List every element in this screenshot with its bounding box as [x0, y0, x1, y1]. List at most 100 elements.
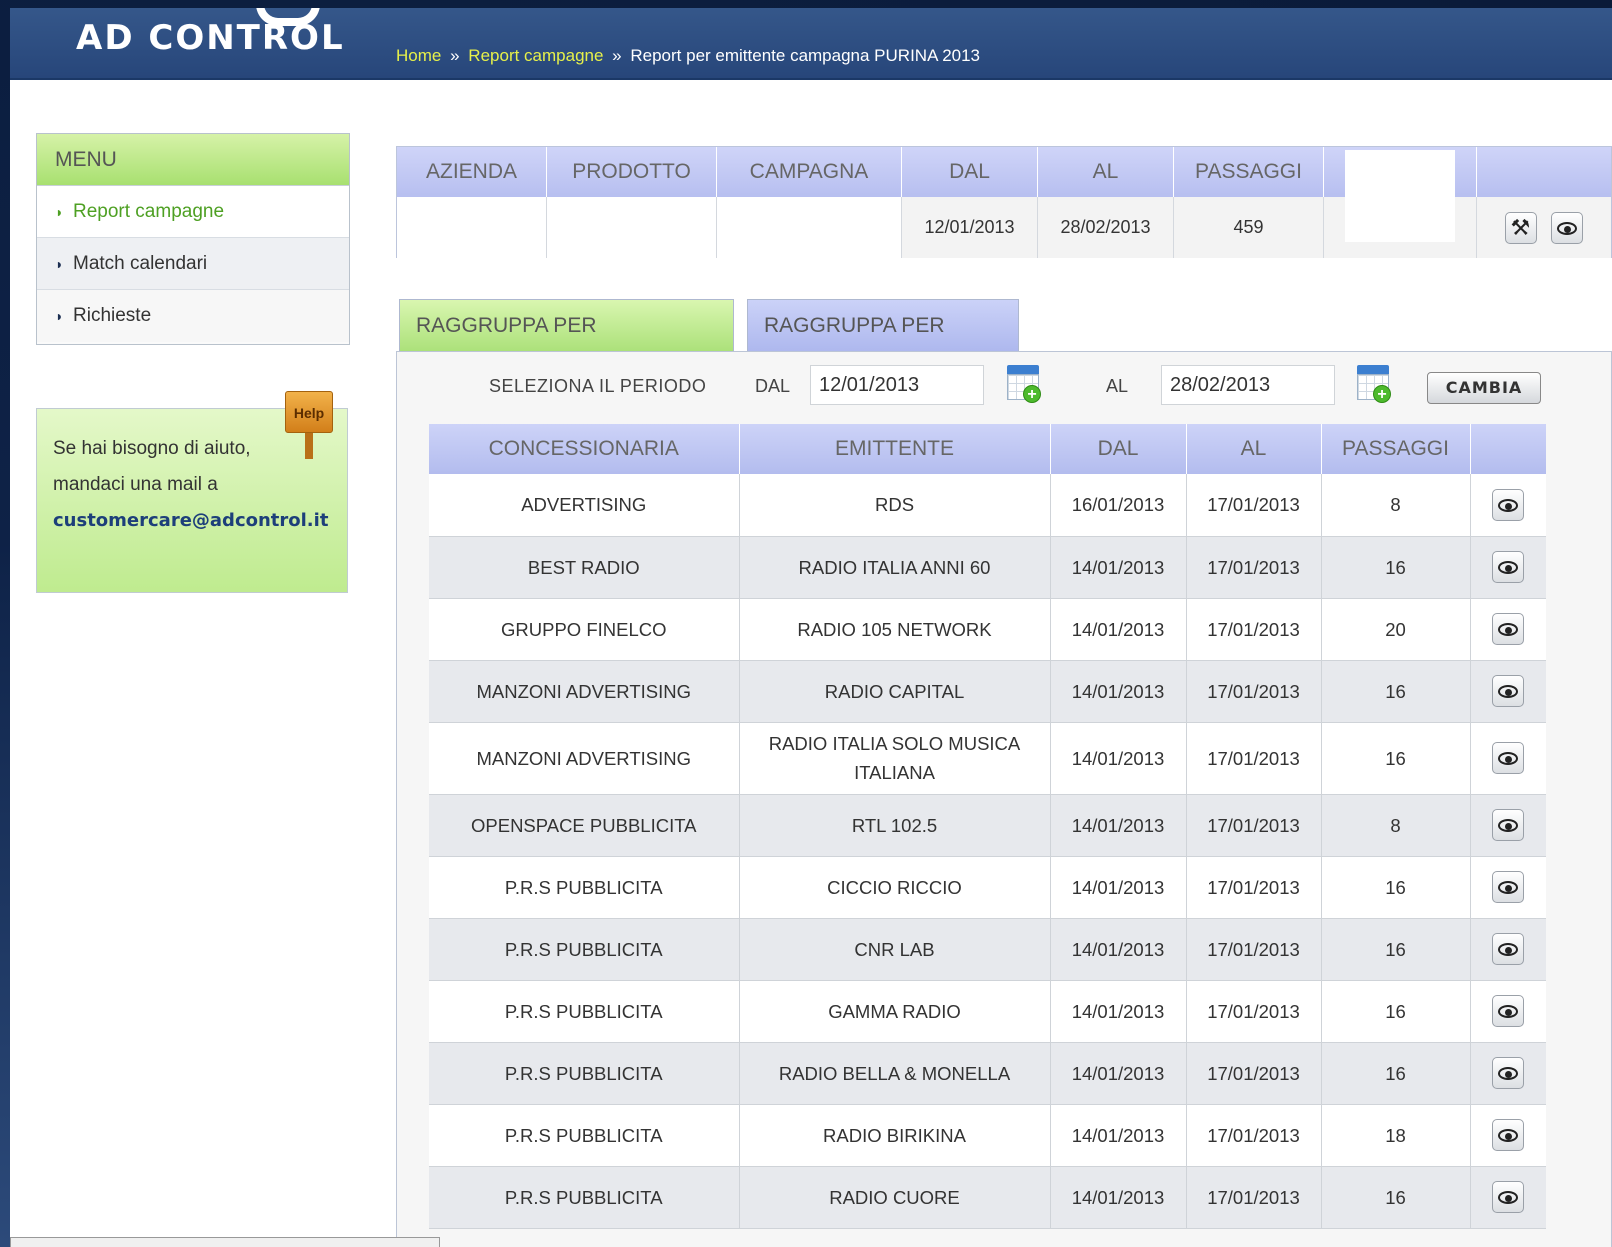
- eye-icon[interactable]: [1492, 613, 1525, 646]
- sidebar-item-report-campagne[interactable]: ◗ Report campagne: [37, 186, 349, 238]
- cell-emittente: CNR LAB: [739, 918, 1051, 981]
- cell-concessionaria: P.R.S PUBBLICITA: [429, 1104, 740, 1167]
- cell-dal: 14/01/2013: [1050, 1166, 1187, 1229]
- cell-dal: 14/01/2013: [1050, 1042, 1187, 1105]
- cell-concessionaria: P.R.S PUBBLICITA: [429, 918, 740, 981]
- table-row: P.R.S PUBBLICITA RADIO BIRIKINA 14/01/2013…: [429, 1104, 1546, 1167]
- header-concessionaria[interactable]: CONCESSIONARIA: [429, 424, 740, 474]
- campaign-blank-cell: [1324, 197, 1477, 258]
- bullet-icon: ◗: [55, 256, 64, 272]
- table-row: P.R.S PUBBLICITA CNR LAB 14/01/2013 17/01/2…: [429, 918, 1546, 981]
- eye-icon[interactable]: [1492, 675, 1525, 708]
- breadcrumb-report-link[interactable]: Report campagne: [468, 46, 603, 65]
- cell-passaggi: 16: [1321, 660, 1471, 723]
- header-dal[interactable]: DAL: [1050, 424, 1187, 474]
- ad-control-logo[interactable]: AD CONTROL: [76, 8, 345, 58]
- results-header-row: CONCESSIONARIA EMITTENTE DAL AL PASSAGGI: [429, 424, 1546, 474]
- calendar-icon[interactable]: +: [1355, 365, 1393, 405]
- help-email-link[interactable]: customercare@adcontrol.it: [53, 503, 333, 539]
- cell-al: 17/01/2013: [1186, 660, 1322, 723]
- table-row: GRUPPO FINELCO RADIO 105 NETWORK 14/01/201…: [429, 598, 1546, 661]
- campaign-summary-table: AZIENDA PRODOTTO CAMPAGNA DAL AL PASSAGG…: [396, 146, 1612, 258]
- breadcrumb: Home » Report campagne » Report per emit…: [396, 46, 980, 66]
- eye-icon[interactable]: [1492, 488, 1525, 521]
- campaign-header-campagna: CAMPAGNA: [717, 147, 902, 197]
- table-row: P.R.S PUBBLICITA RADIO CUORE 14/01/2013 17/…: [429, 1166, 1546, 1229]
- sidebar-item-label: Richieste: [73, 305, 152, 326]
- cell-al: 17/01/2013: [1186, 1042, 1322, 1105]
- campaign-header-prodotto: PRODOTTO: [547, 147, 717, 197]
- cell-emittente: RADIO BIRIKINA: [739, 1104, 1051, 1167]
- cell-passaggi: 8: [1321, 474, 1471, 537]
- help-sign-icon: Help: [285, 391, 333, 459]
- cell-al: 17/01/2013: [1186, 980, 1322, 1043]
- cell-passaggi: 16: [1321, 1042, 1471, 1105]
- cell-concessionaria: P.R.S PUBBLICITA: [429, 980, 740, 1043]
- sidebar-item-label: Report campagne: [73, 201, 225, 222]
- campaign-al-cell: 28/02/2013: [1038, 197, 1174, 258]
- sidebar-item-richieste[interactable]: ◗ Richieste: [37, 290, 349, 342]
- breadcrumb-separator: »: [450, 46, 460, 65]
- eye-icon[interactable]: [1492, 551, 1525, 584]
- cell-emittente: RDS: [739, 474, 1051, 537]
- campaign-actions-cell: ⚒: [1477, 197, 1611, 258]
- cell-emittente: RADIO 105 NETWORK: [739, 598, 1051, 661]
- cell-concessionaria: P.R.S PUBBLICITA: [429, 1042, 740, 1105]
- breadcrumb-home-link[interactable]: Home: [396, 46, 441, 65]
- cell-passaggi: 18: [1321, 1104, 1471, 1167]
- cell-passaggi: 16: [1321, 536, 1471, 599]
- tab-raggruppa-per-emittente[interactable]: RAGGRUPPA PER EMITTENTE: [399, 299, 734, 389]
- eye-icon[interactable]: [1492, 1119, 1525, 1152]
- header-passaggi[interactable]: PASSAGGI: [1321, 424, 1471, 474]
- cell-al: 17/01/2013: [1186, 918, 1322, 981]
- eye-icon[interactable]: [1492, 742, 1525, 775]
- eye-icon[interactable]: [1492, 1181, 1525, 1214]
- help-box: Help Se hai bisogno di aiuto, mandaci un…: [36, 391, 348, 593]
- period-label: SELEZIONA IL PERIODO: [489, 376, 707, 396]
- header-al[interactable]: AL: [1186, 424, 1322, 474]
- cell-passaggi: 16: [1321, 1166, 1471, 1229]
- campaign-azienda-cell: [397, 197, 547, 258]
- cell-actions: [1470, 794, 1546, 857]
- eye-icon[interactable]: [1492, 871, 1525, 904]
- cell-concessionaria: OPENSPACE PUBBLICITA: [429, 794, 740, 857]
- dal-label: DAL: [755, 376, 791, 396]
- table-row: P.R.S PUBBLICITA CICCIO RICCIO 14/01/2013 1…: [429, 856, 1546, 919]
- cell-dal: 14/01/2013: [1050, 660, 1187, 723]
- cell-passaggi: 16: [1321, 918, 1471, 981]
- eye-icon[interactable]: [1492, 995, 1525, 1028]
- eye-icon[interactable]: [1492, 809, 1525, 842]
- al-date-input[interactable]: 28/02/2013: [1161, 365, 1335, 405]
- eye-icon[interactable]: [1550, 212, 1583, 245]
- cell-actions: [1470, 660, 1546, 723]
- table-row: P.R.S PUBBLICITA RADIO BELLA & MONELLA 14/…: [429, 1042, 1546, 1105]
- cell-passaggi: 20: [1321, 598, 1471, 661]
- cell-emittente: RTL 102.5: [739, 794, 1051, 857]
- tool-icon[interactable]: ⚒: [1505, 212, 1538, 245]
- sidebar-item-match-calendari[interactable]: ◗ Match calendari: [37, 238, 349, 290]
- cell-concessionaria: ADVERTISING: [429, 474, 740, 537]
- table-row: MANZONI ADVERTISING RADIO CAPITAL 14/01/20…: [429, 660, 1546, 723]
- dal-date-input[interactable]: 12/01/2013: [810, 365, 984, 405]
- campaign-header-passaggi: PASSAGGI: [1174, 147, 1324, 197]
- cell-actions: [1470, 1042, 1546, 1105]
- table-row: ADVERTISING RDS 16/01/2013 17/01/2013 8: [429, 474, 1546, 537]
- cell-dal: 14/01/2013: [1050, 794, 1187, 857]
- cambia-button[interactable]: CAMBIA: [1427, 372, 1541, 404]
- breadcrumb-current: Report per emittente campagna PURINA 201…: [630, 46, 981, 65]
- cell-al: 17/01/2013: [1186, 536, 1322, 599]
- cell-dal: 14/01/2013: [1050, 1104, 1187, 1167]
- cell-al: 17/01/2013: [1186, 1104, 1322, 1167]
- cell-emittente: GAMMA RADIO: [739, 980, 1051, 1043]
- tab-raggruppa-per-data[interactable]: RAGGRUPPA PER DATA: [747, 299, 1019, 389]
- eye-icon[interactable]: [1492, 933, 1525, 966]
- eye-icon[interactable]: [1492, 1057, 1525, 1090]
- campaign-dal-cell: 12/01/2013: [902, 197, 1038, 258]
- cell-passaggi: 16: [1321, 856, 1471, 919]
- cell-actions: [1470, 474, 1546, 537]
- cell-dal: 14/01/2013: [1050, 598, 1187, 661]
- cell-emittente: RADIO CUORE: [739, 1166, 1051, 1229]
- calendar-icon[interactable]: +: [1005, 365, 1043, 405]
- bullet-icon: ◗: [55, 204, 64, 220]
- header-emittente[interactable]: EMITTENTE: [739, 424, 1051, 474]
